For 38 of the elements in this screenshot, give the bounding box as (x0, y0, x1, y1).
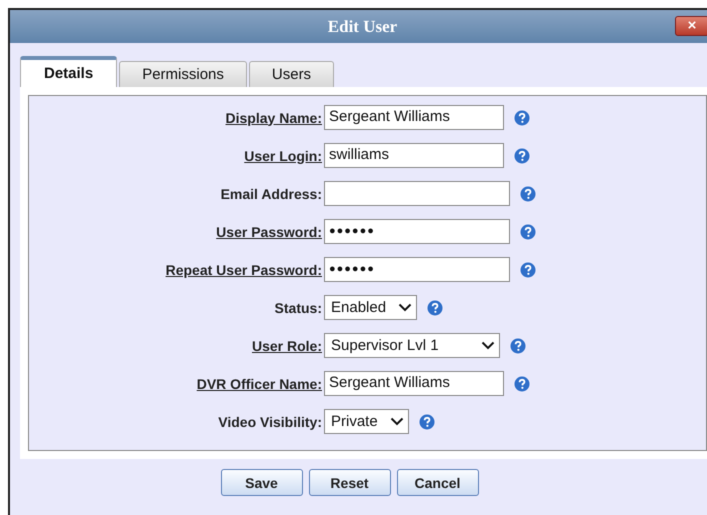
help-icon[interactable] (427, 300, 444, 316)
input-field[interactable]: Sergeant Williams (324, 105, 504, 130)
field-label: Status: (274, 300, 322, 316)
input-field[interactable]: Sergeant Williams (324, 371, 504, 396)
field-label: Email Address: (220, 186, 322, 202)
dropdown[interactable]: Private (324, 409, 409, 434)
help-icon[interactable] (514, 148, 530, 164)
window-title: Edit User (328, 16, 398, 36)
field-label-link[interactable]: Display Name: (226, 110, 322, 126)
input-field[interactable]: swilliams (324, 143, 504, 168)
field-label-link[interactable]: DVR Officer Name: (196, 376, 322, 392)
action-button[interactable]: Reset (308, 469, 390, 496)
field-label-link[interactable]: User Role: (252, 338, 322, 354)
input-field[interactable] (324, 181, 510, 206)
chevron-icon (481, 341, 495, 350)
tab[interactable]: Permissions (119, 61, 247, 87)
help-icon[interactable] (510, 338, 526, 354)
action-button[interactable]: Cancel (396, 469, 478, 496)
help-icon[interactable] (514, 376, 530, 392)
chevron-icon (398, 303, 412, 312)
help-icon[interactable] (514, 110, 530, 126)
field-label-link[interactable]: Repeat User Password: (166, 262, 322, 278)
dropdown[interactable]: Enabled (324, 295, 418, 320)
close-button[interactable]: × (675, 16, 707, 36)
help-icon[interactable] (520, 224, 536, 240)
chevron-icon (390, 417, 404, 426)
field-label: Video Visibility: (218, 414, 322, 430)
field-label-link[interactable]: User Login: (244, 148, 322, 164)
help-icon[interactable] (418, 414, 435, 430)
input-field[interactable]: ●●●●●● (324, 219, 510, 244)
help-icon[interactable] (520, 262, 536, 278)
help-icon[interactable] (520, 186, 536, 202)
action-button[interactable]: Save (220, 469, 302, 496)
tab[interactable]: Users (248, 61, 334, 87)
tab[interactable]: Details (20, 56, 118, 87)
input-field[interactable]: ●●●●●● (324, 257, 510, 282)
dropdown[interactable]: Supervisor Lvl 1 (324, 333, 500, 358)
field-label-link[interactable]: User Password: (216, 224, 322, 240)
